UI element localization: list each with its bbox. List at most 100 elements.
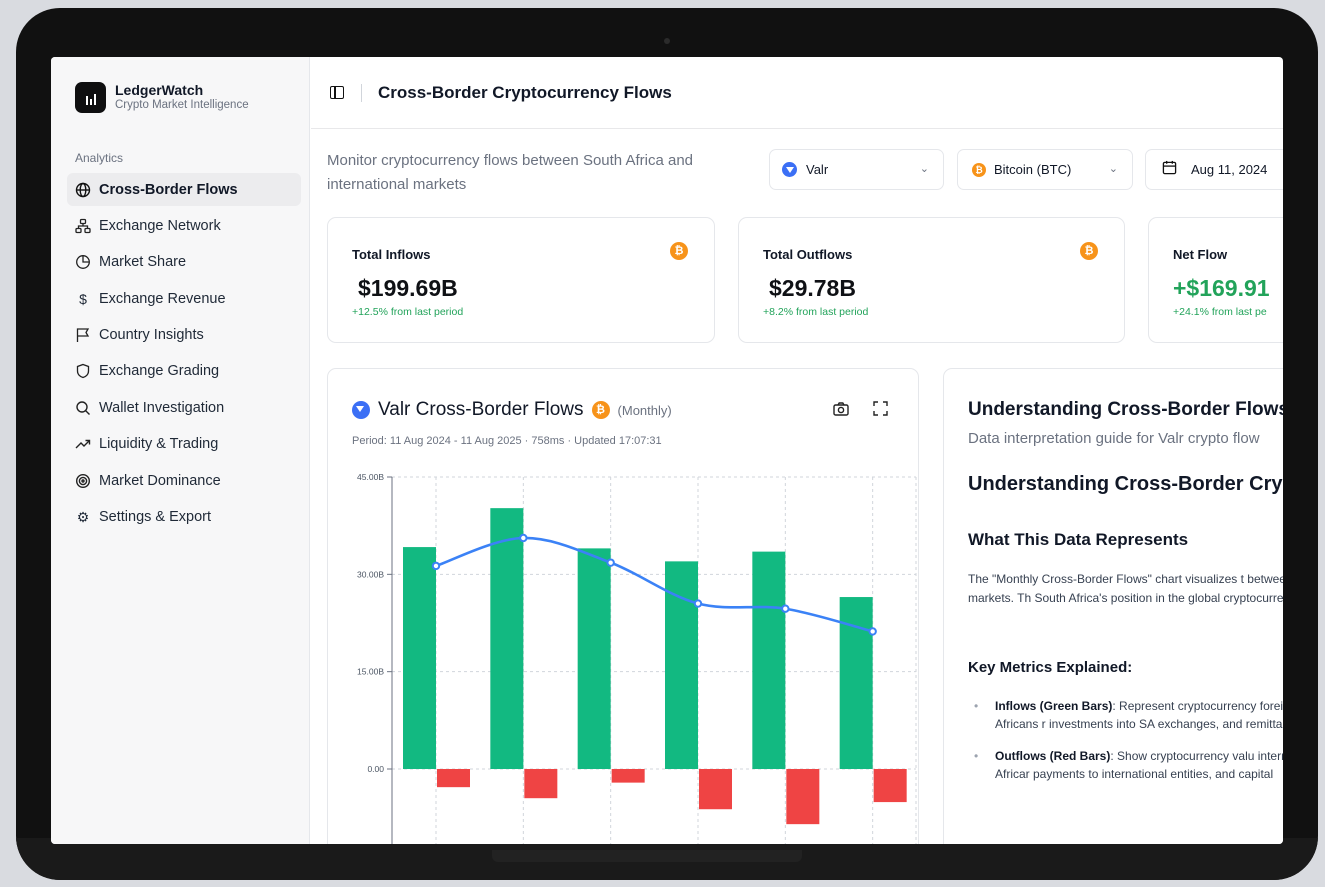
target-icon xyxy=(75,473,91,489)
flows-chart-card: Valr Cross-Border Flows ₿ (Monthly) Peri… xyxy=(327,368,919,844)
camera-icon xyxy=(664,38,670,44)
y-tick-label: 15.00B xyxy=(357,667,384,677)
outflow-bar xyxy=(786,769,820,825)
inflow-bar xyxy=(490,508,524,769)
page-title: Cross-Border Cryptocurrency Flows xyxy=(378,82,672,102)
sidebar-item-market-dominance[interactable]: Market Dominance xyxy=(67,464,301,497)
dollar-icon: $ xyxy=(79,290,87,307)
exchange-select[interactable]: Valr ⌄ xyxy=(769,149,944,190)
stat-change: +8.2% from last period xyxy=(763,306,869,318)
sidebar-item-label: Exchange Revenue xyxy=(99,290,226,307)
net-flow-point xyxy=(781,604,790,613)
stat-card-net-flow: Net Flow +$169.91 +24.1% from last pe xyxy=(1148,217,1283,343)
sidebar-item-settings-export[interactable]: ⚙ Settings & Export xyxy=(67,501,301,534)
outflow-bar xyxy=(873,769,907,803)
chart-meta: Period: 11 Aug 2024 - 11 Aug 2025 · 758m… xyxy=(352,435,662,447)
calendar-icon xyxy=(1162,160,1177,179)
sidebar-item-label: Country Insights xyxy=(99,327,204,344)
stat-change: +24.1% from last pe xyxy=(1173,306,1267,318)
guide-paragraph: The "Monthly Cross-Border Flows" chart v… xyxy=(968,572,1283,605)
sidebar-item-exchange-grading[interactable]: Exchange Grading xyxy=(67,355,301,388)
valr-logo-icon xyxy=(352,401,370,419)
sidebar-item-label: Market Share xyxy=(99,254,187,271)
outflow-bar xyxy=(437,769,470,788)
app-screen: LedgerWatch Crypto Market Intelligence A… xyxy=(51,57,1283,844)
flag-icon xyxy=(75,327,91,343)
chart-title: Valr Cross-Border Flows xyxy=(378,399,584,420)
page-subtitle: Monitor cryptocurrency flows between Sou… xyxy=(327,152,694,193)
stat-label: Net Flow xyxy=(1173,247,1228,262)
y-tick-label: 0.00 xyxy=(367,764,384,774)
stat-change: +12.5% from last period xyxy=(352,306,464,318)
sidebar-item-label: Liquidity & Trading xyxy=(99,436,219,453)
sidebar-item-exchange-network[interactable]: Exchange Network xyxy=(67,209,301,242)
inflow-bar xyxy=(577,548,611,769)
guide-title: Understanding Cross-Border Flows xyxy=(968,399,1283,420)
date-range-picker[interactable]: Aug 11, 2024 xyxy=(1145,149,1283,190)
sidebar-item-exchange-revenue[interactable]: $ Exchange Revenue xyxy=(67,282,301,315)
bitcoin-icon: ₿ xyxy=(972,162,986,177)
net-flow-point xyxy=(693,599,703,608)
y-tick-label: 45.00B xyxy=(357,472,384,482)
bitcoin-icon: ₿ xyxy=(591,401,610,419)
search-icon xyxy=(75,400,91,416)
sidebar-item-market-share[interactable]: Market Share xyxy=(67,246,301,279)
asset-select[interactable]: ₿ Bitcoin (BTC) ⌄ xyxy=(957,149,1133,190)
chevron-down-icon: ⌄ xyxy=(1108,163,1118,175)
fullscreen-icon[interactable] xyxy=(873,401,888,419)
network-icon xyxy=(75,218,91,234)
topbar: Cross-Border Cryptocurrency Flows xyxy=(311,57,1283,129)
shield-icon xyxy=(75,363,91,379)
flows-chart: 45.00B 30.00B 15.00B 0.00 xyxy=(357,472,917,844)
date-range-value: Aug 11, 2024 xyxy=(1191,162,1268,177)
sidebar-item-label: Cross-Border Flows xyxy=(99,181,238,198)
sidebar-item-label: Market Dominance xyxy=(99,472,221,489)
pie-chart-icon xyxy=(75,254,91,270)
guide-heading: Understanding Cross-Border Cryp xyxy=(968,473,1283,495)
brand[interactable]: LedgerWatch Crypto Market Intelligence xyxy=(75,82,249,113)
inflow-bar xyxy=(403,547,436,769)
list-item: Inflows (Green Bars): Represent cryptocu… xyxy=(968,697,1283,733)
bitcoin-icon: ₿ xyxy=(670,242,688,260)
y-tick-label: 30.00B xyxy=(357,569,384,579)
sidebar-toggle-icon[interactable] xyxy=(330,86,344,99)
topbar-divider xyxy=(361,83,362,102)
sidebar-item-cross-border-flows[interactable]: Cross-Border Flows xyxy=(67,173,301,206)
bullet-term: Outflows (Red Bars) xyxy=(995,749,1111,763)
stat-value: +$169.91 xyxy=(1173,275,1270,301)
gear-icon: ⚙ xyxy=(76,509,90,526)
sidebar-nav: Cross-Border Flows Exchange Network Mark… xyxy=(67,173,301,537)
sidebar-item-wallet-investigation[interactable]: Wallet Investigation xyxy=(67,391,301,424)
brand-subtitle: Crypto Market Intelligence xyxy=(115,99,249,111)
stat-card-outflows: Total Outflows ₿ $29.78B +8.2% from last… xyxy=(738,217,1125,343)
camera-icon[interactable] xyxy=(833,402,849,419)
brand-name: LedgerWatch xyxy=(115,82,204,98)
guide-section-heading: What This Data Represents xyxy=(968,530,1189,549)
net-flow-point xyxy=(431,561,441,571)
exchange-select-value: Valr xyxy=(806,162,829,177)
guide-bullet-list: Inflows (Green Bars): Represent cryptocu… xyxy=(968,697,1283,797)
outflow-bar xyxy=(699,769,732,810)
globe-icon xyxy=(75,182,91,198)
chart-period-label: (Monthly) xyxy=(617,402,672,418)
nav-section-label: Analytics xyxy=(75,151,124,165)
net-flow-point xyxy=(519,533,528,543)
list-item: Outflows (Red Bars): Show cryptocurrency… xyxy=(968,747,1283,783)
bar-chart-logo-icon xyxy=(75,82,106,113)
valr-logo-icon xyxy=(782,162,797,177)
stat-label: Total Inflows xyxy=(352,247,431,262)
stat-label: Total Outflows xyxy=(763,247,853,262)
sidebar: LedgerWatch Crypto Market Intelligence A… xyxy=(51,57,310,844)
sidebar-item-liquidity-trading[interactable]: Liquidity & Trading xyxy=(67,428,301,461)
guide-panel: Understanding Cross-Border Flows Data in… xyxy=(943,368,1283,844)
sidebar-item-country-insights[interactable]: Country Insights xyxy=(67,319,301,352)
guide-subtitle: Data interpretation guide for Valr crypt… xyxy=(968,430,1260,447)
laptop-notch xyxy=(492,850,802,862)
net-flow-point xyxy=(868,627,877,636)
asset-select-value: Bitcoin (BTC) xyxy=(994,162,1072,177)
stat-card-inflows: Total Inflows ₿ $199.69B +12.5% from las… xyxy=(327,217,715,343)
outflow-bar xyxy=(524,769,558,799)
net-flow-point xyxy=(606,558,615,567)
bullet-term: Inflows (Green Bars) xyxy=(995,699,1113,713)
stat-value: $199.69B xyxy=(358,275,458,301)
